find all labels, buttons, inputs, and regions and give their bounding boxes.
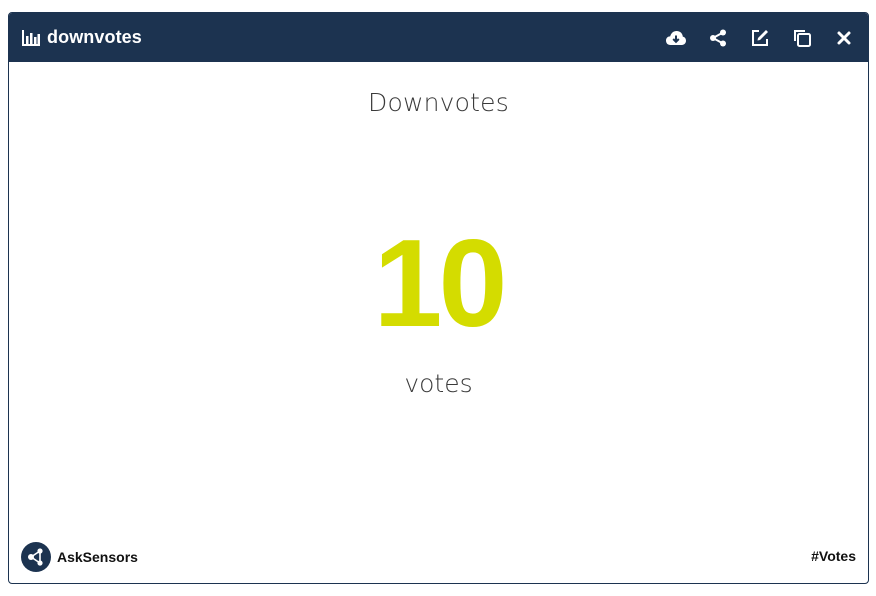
widget-header-title-text: downvotes — [47, 27, 142, 47]
edit-icon[interactable] — [748, 26, 772, 50]
bar-chart-icon — [21, 28, 41, 48]
close-icon[interactable] — [832, 26, 856, 50]
share-icon[interactable] — [706, 26, 730, 50]
brand-name: AskSensors — [57, 549, 138, 565]
header-actions — [646, 26, 856, 50]
widget-card: downvotes Downvotes 10 votes AskSensors … — [8, 12, 869, 584]
tag-label: #Votes — [811, 548, 856, 564]
widget-header: downvotes — [9, 13, 868, 62]
download-cloud-icon[interactable] — [664, 26, 688, 50]
value-display: 10 — [373, 215, 508, 353]
widget-body: Downvotes 10 votes AskSensors #Votes — [9, 62, 868, 583]
duplicate-icon[interactable] — [790, 26, 814, 50]
brand: AskSensors — [21, 542, 138, 572]
value-unit: votes — [404, 369, 473, 398]
widget-title: Downvotes — [368, 88, 509, 117]
widget-header-title: downvotes — [21, 27, 142, 48]
asksensors-logo-icon — [21, 542, 51, 572]
